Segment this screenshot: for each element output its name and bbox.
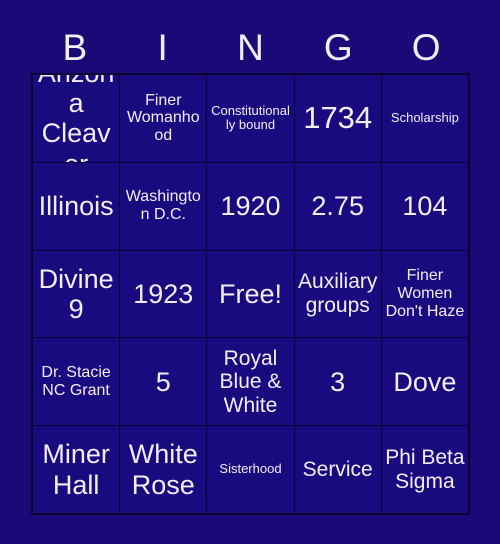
- bingo-cell-n5[interactable]: Sisterhood: [207, 426, 294, 513]
- bingo-header-letter-g: G: [294, 22, 382, 72]
- bingo-cell-i5[interactable]: White Rose: [120, 426, 207, 513]
- bingo-cell-b5[interactable]: Miner Hall: [33, 426, 120, 513]
- bingo-cell-label: Constitutionally bound: [211, 102, 290, 133]
- bingo-header-letter-o: O: [382, 22, 470, 72]
- bingo-cell-o1[interactable]: Scholarship: [381, 75, 468, 162]
- bingo-header-letter-n-text: N: [237, 26, 264, 68]
- bingo-cell-g5[interactable]: Service: [294, 426, 381, 513]
- bingo-cell-label: Service: [302, 457, 373, 481]
- bingo-cell-b4[interactable]: Dr. Stacie NC Grant: [33, 338, 120, 426]
- bingo-cell-label: 5: [155, 366, 171, 397]
- bingo-header-letter-o-text: O: [411, 26, 441, 68]
- bingo-header: B I N G O: [31, 22, 470, 72]
- bingo-cell-label: Divine 9: [38, 263, 114, 324]
- bingo-cell-n3[interactable]: Free!: [207, 250, 294, 338]
- bingo-cell-i1[interactable]: Finer Womanhood: [120, 75, 207, 162]
- bingo-cell-b2[interactable]: Illinois: [33, 162, 120, 250]
- bingo-cell-label: Phi Beta Sigma: [385, 446, 465, 493]
- bingo-header-letter-b-text: B: [62, 26, 88, 68]
- bingo-cell-label: Washington D.C.: [125, 188, 201, 224]
- bingo-cell-label: 1923: [133, 278, 194, 309]
- bingo-cell-n4[interactable]: Royal Blue & White: [207, 338, 294, 426]
- bingo-cell-label: Illinois: [38, 191, 114, 222]
- bingo-cell-label: 2.75: [311, 191, 364, 222]
- bingo-cell-n2[interactable]: 1920: [207, 162, 294, 250]
- bingo-cell-label: Finer Women Don't Haze: [385, 267, 465, 320]
- bingo-cell-label: Dr. Stacie NC Grant: [41, 363, 111, 399]
- bingo-cell-label: 104: [402, 191, 448, 222]
- bingo-cell-i3[interactable]: 1923: [120, 250, 207, 338]
- bingo-header-letter-g-text: G: [323, 26, 353, 68]
- bingo-cell-label: 1734: [303, 100, 373, 136]
- bingo-cell-g1[interactable]: 1734: [294, 75, 381, 162]
- bingo-cell-i2[interactable]: Washington D.C.: [120, 162, 207, 250]
- bingo-cell-g2[interactable]: 2.75: [294, 162, 381, 250]
- bingo-cell-o2[interactable]: 104: [381, 162, 468, 250]
- bingo-cell-label: Finer Womanhood: [126, 91, 200, 145]
- bingo-header-letter-i: I: [119, 22, 207, 72]
- bingo-cell-label: Sisterhood: [219, 461, 282, 477]
- bingo-cell-label: Dove: [393, 366, 457, 397]
- bingo-cell-label: Auxiliary groups: [298, 270, 378, 317]
- bingo-cell-label: Scholarship: [390, 110, 459, 126]
- bingo-cell-g3[interactable]: Auxiliary groups: [294, 250, 381, 338]
- bingo-cell-label: Royal Blue & White: [219, 346, 282, 417]
- bingo-cell-label: Miner Hall: [42, 439, 110, 500]
- bingo-cell-label: Arizona Cleaver: [38, 75, 115, 162]
- bingo-cell-b3[interactable]: Divine 9: [33, 250, 120, 338]
- bingo-cell-o3[interactable]: Finer Women Don't Haze: [381, 250, 468, 338]
- bingo-cell-label: 3: [330, 366, 346, 397]
- bingo-cell-o4[interactable]: Dove: [381, 338, 468, 426]
- bingo-header-letter-n: N: [207, 22, 295, 72]
- bingo-header-letter-b: B: [31, 22, 119, 72]
- bingo-cell-i4[interactable]: 5: [120, 338, 207, 426]
- bingo-cell-b1[interactable]: Arizona Cleaver: [33, 75, 120, 162]
- bingo-cell-label: Free!: [218, 278, 282, 309]
- bingo-header-letter-i-text: I: [157, 26, 168, 68]
- bingo-card: B I N G O Arizona CleaverFiner Womanhood…: [0, 0, 500, 544]
- bingo-cell-g4[interactable]: 3: [294, 338, 381, 426]
- bingo-cell-label: 1920: [220, 191, 281, 222]
- bingo-cell-o5[interactable]: Phi Beta Sigma: [381, 426, 468, 513]
- bingo-cell-label: White Rose: [128, 439, 198, 500]
- bingo-grid: Arizona CleaverFiner Womanhood Constituti…: [31, 73, 470, 515]
- bingo-cell-n1[interactable]: Constitutionally bound: [207, 75, 294, 162]
